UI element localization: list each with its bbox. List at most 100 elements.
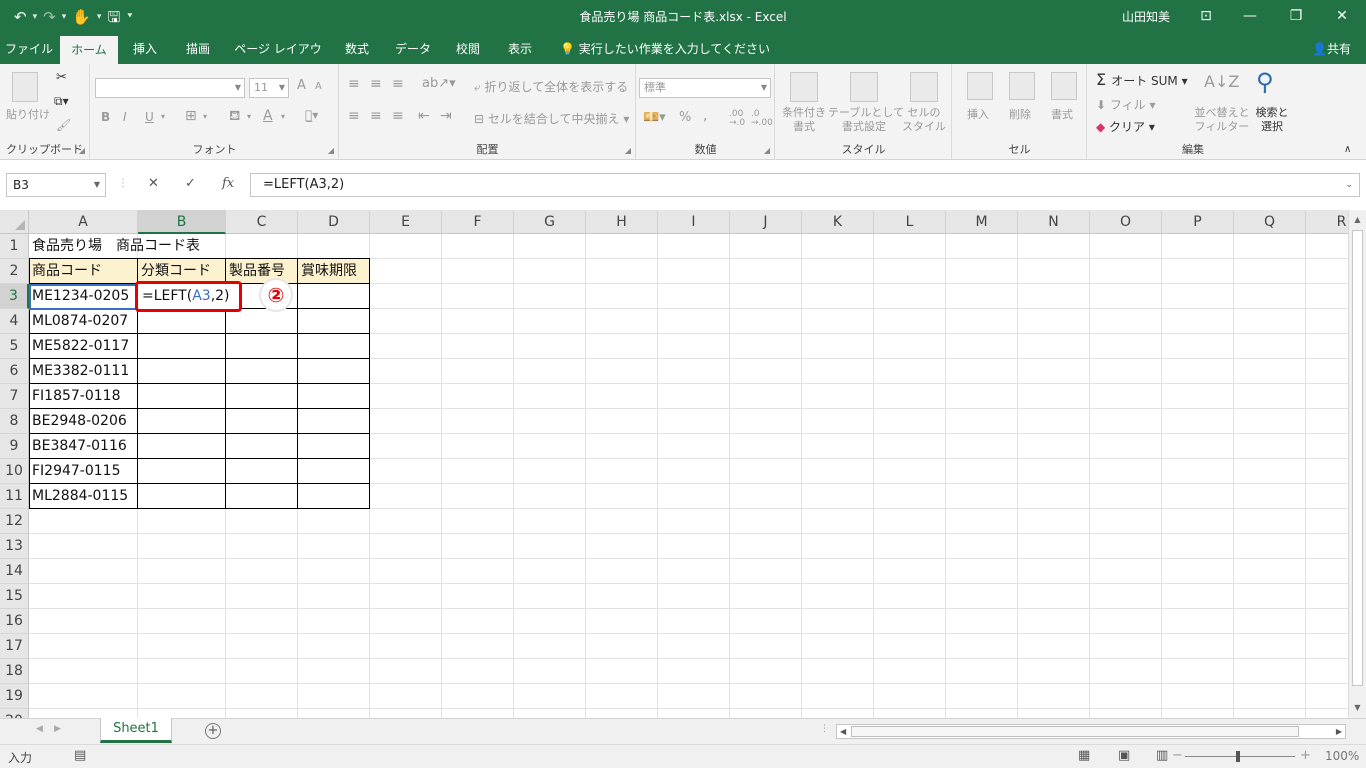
row-header-20[interactable]: 20: [0, 709, 29, 718]
align-center-icon[interactable]: ≡: [370, 108, 382, 124]
scroll-down-icon[interactable]: ▼: [1349, 700, 1366, 716]
increase-indent-icon[interactable]: ⇥: [440, 108, 452, 124]
tab-split-icon[interactable]: ⋮: [820, 724, 829, 734]
format-as-table-button[interactable]: テーブルとして 書式設定: [828, 106, 904, 134]
accounting-format-icon[interactable]: 💴▾: [643, 110, 666, 125]
zoom-slider[interactable]: [1185, 756, 1295, 757]
sort-filter-button[interactable]: 並べ替えと フィルター: [1194, 106, 1250, 134]
orientation-icon[interactable]: ab↗▾: [422, 76, 456, 91]
new-sheet-button[interactable]: +: [205, 723, 221, 739]
column-header-o[interactable]: O: [1090, 210, 1162, 234]
tab-draw[interactable]: 描画: [176, 34, 220, 64]
tab-home[interactable]: ホーム: [60, 36, 118, 64]
column-header-l[interactable]: L: [874, 210, 946, 234]
conditional-formatting-button[interactable]: 条件付き 書式: [780, 106, 828, 134]
page-break-view-icon[interactable]: ▥: [1156, 748, 1168, 763]
prev-sheet-icon[interactable]: ◀: [36, 724, 43, 734]
horizontal-scrollbar[interactable]: ◀ ▶: [836, 724, 1346, 739]
merge-center-button[interactable]: ⊟ セルを結合して中央揃え ▾: [474, 110, 629, 127]
decrease-decimal-icon[interactable]: .0 →.00: [751, 110, 773, 128]
font-launcher-icon[interactable]: ◢: [328, 146, 334, 155]
shrink-font-icon[interactable]: A: [315, 81, 322, 92]
comma-style-button[interactable]: ,: [703, 108, 707, 124]
align-right-icon[interactable]: ≡: [392, 108, 404, 124]
row-header-14[interactable]: 14: [0, 559, 29, 584]
title-cell[interactable]: 食品売り場 商品コード表: [29, 234, 200, 259]
column-header-f[interactable]: F: [442, 210, 514, 234]
product-code-cell[interactable]: BE2948-0206: [29, 409, 127, 434]
macro-recording-icon[interactable]: ▤: [74, 748, 86, 763]
row-header-5[interactable]: 5: [0, 334, 29, 359]
product-code-cell[interactable]: FI2947-0115: [29, 459, 121, 484]
row-header-1[interactable]: 1: [0, 234, 29, 259]
row-header-9[interactable]: 9: [0, 434, 29, 459]
row-header-10[interactable]: 10: [0, 459, 29, 484]
tab-review[interactable]: 校閲: [448, 34, 488, 64]
scroll-up-icon[interactable]: ▲: [1349, 212, 1366, 228]
tab-data[interactable]: データ: [388, 34, 438, 64]
row-header-4[interactable]: 4: [0, 309, 29, 334]
user-name[interactable]: 山田知美: [1122, 8, 1170, 25]
insert-function-icon[interactable]: fx: [222, 176, 234, 191]
tab-page-layout[interactable]: ページ レイアウト: [232, 34, 324, 86]
tab-insert[interactable]: 挿入: [124, 34, 166, 64]
next-sheet-icon[interactable]: ▶: [54, 724, 61, 734]
column-header-e[interactable]: E: [370, 210, 442, 234]
fill-color-icon[interactable]: ⛾: [229, 108, 240, 126]
column-header-m[interactable]: M: [946, 210, 1018, 234]
product-code-cell[interactable]: ME3382-0111: [29, 359, 129, 384]
column-header-r[interactable]: R: [1306, 210, 1348, 234]
bold-button[interactable]: B: [101, 110, 110, 124]
row-header-18[interactable]: 18: [0, 659, 29, 684]
row-header-15[interactable]: 15: [0, 584, 29, 609]
fill-color-dropdown-icon[interactable]: ▾: [247, 112, 251, 121]
row-header-12[interactable]: 12: [0, 509, 29, 534]
column-header-n[interactable]: N: [1018, 210, 1090, 234]
zoom-slider-knob[interactable]: [1236, 751, 1240, 762]
alignment-launcher-icon[interactable]: ◢: [625, 146, 631, 155]
format-cells-button[interactable]: 書式: [1051, 106, 1073, 122]
editing-cell-b3[interactable]: =LEFT(A3,2): [142, 285, 230, 307]
grow-font-icon[interactable]: A: [297, 78, 306, 93]
paste-button[interactable]: 貼り付け: [6, 106, 50, 122]
header-cell-expiry[interactable]: 賞味期限: [298, 259, 357, 284]
align-left-icon[interactable]: ≡: [348, 108, 360, 124]
scroll-left-icon[interactable]: ◀: [840, 725, 846, 738]
row-header-11[interactable]: 11: [0, 484, 29, 509]
tab-formulas[interactable]: 数式: [336, 34, 378, 64]
formula-input[interactable]: =LEFT(A3,2) ⌄: [250, 173, 1360, 197]
insert-cells-button[interactable]: 挿入: [967, 106, 989, 122]
fill-button[interactable]: ⬇ フィル ▾: [1096, 96, 1155, 113]
delete-cells-button[interactable]: 削除: [1009, 106, 1031, 122]
align-bottom-icon[interactable]: ≡: [392, 76, 404, 92]
underline-button[interactable]: U: [145, 110, 154, 124]
ribbon-display-options-icon[interactable]: ⊡: [1195, 5, 1217, 27]
minimize-button[interactable]: —: [1239, 5, 1261, 27]
product-code-cell[interactable]: BE3847-0116: [29, 434, 127, 459]
row-header-2[interactable]: 2: [0, 259, 29, 284]
vertical-scroll-thumb[interactable]: [1352, 230, 1363, 686]
clipboard-launcher-icon[interactable]: ◢: [79, 146, 85, 155]
horizontal-scroll-thumb[interactable]: [851, 726, 1299, 737]
column-header-i[interactable]: I: [658, 210, 730, 234]
underline-dropdown-icon[interactable]: ▾: [161, 112, 165, 121]
select-all-button[interactable]: [0, 210, 29, 234]
cell-styles-button[interactable]: セルの スタイル: [900, 106, 948, 134]
italic-button[interactable]: I: [123, 110, 127, 124]
row-header-8[interactable]: 8: [0, 409, 29, 434]
percent-style-button[interactable]: %: [679, 110, 691, 125]
tell-me-box[interactable]: 💡 実行したい作業を入力してください: [560, 34, 770, 64]
paste-icon[interactable]: [12, 72, 38, 102]
tab-view[interactable]: 表示: [498, 34, 542, 64]
border-dropdown-icon[interactable]: ▾: [203, 112, 207, 121]
border-icon[interactable]: ⊞: [185, 108, 197, 124]
row-header-3[interactable]: 3: [0, 284, 29, 309]
tab-file[interactable]: ファイル: [4, 34, 54, 64]
align-middle-icon[interactable]: ≡: [370, 76, 382, 92]
page-layout-view-icon[interactable]: ▣: [1118, 748, 1130, 763]
number-format-combo[interactable]: 標準 ▼: [639, 78, 771, 98]
row-header-13[interactable]: 13: [0, 534, 29, 559]
header-cell-product-code[interactable]: 商品コード: [29, 259, 102, 284]
zoom-level[interactable]: 100%: [1325, 749, 1359, 763]
column-header-j[interactable]: J: [730, 210, 802, 234]
